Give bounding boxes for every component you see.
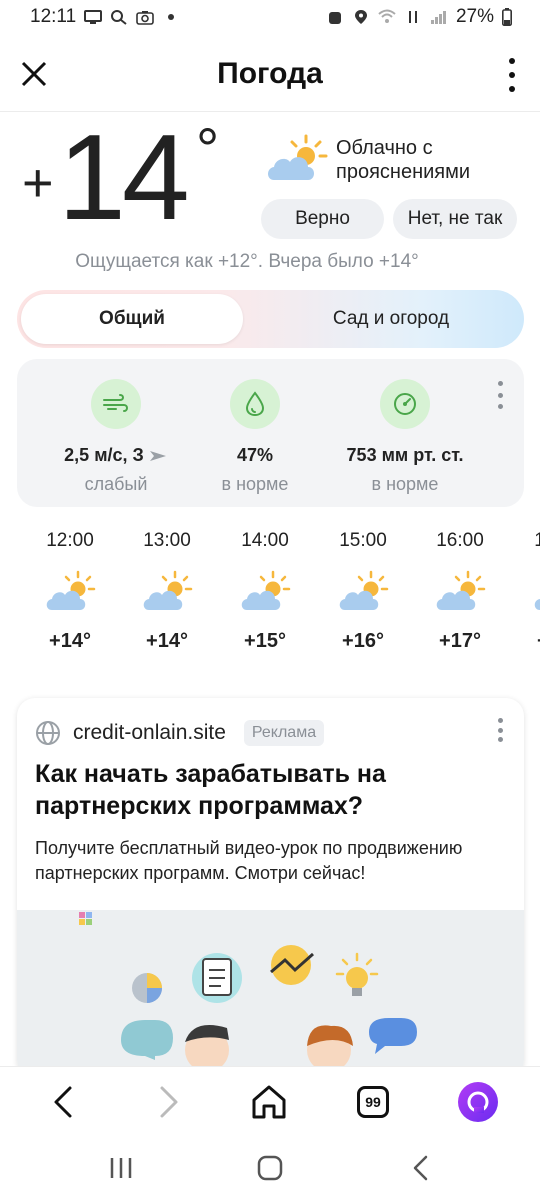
partly-cloudy-icon: [268, 134, 328, 180]
browser-bottom-nav: 99: [0, 1066, 540, 1136]
temperature-sign: +: [22, 153, 54, 213]
battery-icon: [502, 8, 512, 26]
current-temperature: + 14 °: [22, 112, 262, 248]
close-icon[interactable]: [18, 58, 50, 90]
forecast-tabs: Общий Сад и огород: [17, 290, 524, 348]
hour-time: 17:00: [534, 530, 540, 551]
hour-item: 17:00 +17°: [513, 530, 540, 653]
chevron-right-icon: [160, 1086, 178, 1118]
tabs-count: 99: [357, 1086, 389, 1118]
ad-domain[interactable]: credit-onlain.site: [73, 721, 226, 745]
data-transfer-icon: [408, 11, 417, 23]
hour-temp: +15°: [244, 630, 286, 652]
home-icon: [252, 1085, 286, 1119]
temperature-value: 14: [58, 109, 190, 245]
condition-text: Облачно с прояснениями: [336, 137, 471, 183]
camera-icon: [136, 11, 154, 25]
wind-sub: слабый: [84, 474, 148, 494]
app-header: Погода: [0, 36, 540, 112]
tabs-button[interactable]: 99: [350, 1079, 396, 1125]
feels-like-text: Ощущается как +12°. Вчера было +14°: [75, 251, 419, 272]
location-icon: [354, 10, 367, 24]
hour-time: 12:00: [46, 530, 94, 551]
recent-apps-icon[interactable]: [106, 1154, 136, 1182]
search-icon: [111, 10, 127, 25]
humidity-value: 47%: [236, 445, 274, 465]
feedback-correct-button[interactable]: Верно: [261, 199, 384, 239]
partly-cloudy-icon: [436, 570, 486, 610]
humidity-drop-icon: [230, 379, 280, 429]
weather-condition: Облачно с прояснениями: [264, 134, 524, 194]
hour-time: 14:00: [241, 530, 289, 551]
hourly-forecast[interactable]: 12:00 +14° 13:00 +14° 14:00 +15° 15:00 +…: [0, 530, 540, 680]
hour-time: 15:00: [339, 530, 387, 551]
partly-cloudy-icon: [143, 570, 193, 610]
ad-badge: Реклама: [243, 720, 325, 746]
hour-item: 12:00 +14°: [25, 530, 115, 653]
clock: 12:11: [30, 6, 77, 27]
notification-dot-icon: [168, 14, 175, 20]
more-menu-icon[interactable]: [506, 58, 518, 92]
hour-time: 16:00: [436, 530, 484, 551]
pressure-detail: 753 мм рт. ст. в норме: [320, 379, 490, 495]
pressure-sub: в норме: [371, 474, 439, 494]
wind-icon: [91, 379, 141, 429]
ad-card[interactable]: credit-onlain.site Реклама Как начать за…: [17, 698, 524, 1078]
chevron-left-icon: [54, 1086, 72, 1118]
alice-icon: [458, 1082, 498, 1122]
ad-more-icon[interactable]: [496, 718, 504, 742]
ad-image[interactable]: [17, 910, 524, 1078]
temperature-degree: °: [196, 117, 220, 182]
ad-illustration: [79, 912, 417, 1072]
weather-details-card: 2,5 м/с, З слабый 47% в норме 753 мм рт.…: [17, 359, 524, 507]
hour-temp: +17°: [439, 630, 481, 652]
humidity-detail: 47% в норме: [180, 379, 330, 495]
tab-general[interactable]: Общий: [21, 294, 243, 344]
ad-title[interactable]: Как начать зарабатывать на партнерских п…: [35, 758, 505, 822]
hour-item: 16:00 +17°: [415, 530, 505, 653]
globe-icon: [36, 721, 60, 745]
status-bar: 12:11 27%: [0, 0, 540, 34]
partly-cloudy-icon: [241, 570, 291, 610]
pressure-gauge-icon: [380, 379, 430, 429]
partly-cloudy-icon: [534, 599, 540, 610]
battery-percent: 27%: [455, 6, 494, 27]
wifi-icon: [378, 9, 396, 23]
wind-detail: 2,5 м/с, З слабый: [41, 379, 191, 495]
partly-cloudy-icon: [339, 570, 389, 610]
pressure-value: 753 мм рт. ст.: [346, 445, 464, 465]
status-bar-left: 12:11: [30, 6, 175, 28]
hour-temp: +14°: [49, 630, 91, 652]
alarm-icon: [328, 12, 341, 24]
system-back-icon[interactable]: [406, 1154, 436, 1182]
hour-temp: +17°: [513, 630, 540, 653]
forward-button[interactable]: [146, 1079, 192, 1125]
details-more-icon[interactable]: [496, 381, 504, 409]
hour-temp: +16°: [342, 630, 384, 652]
wind-direction-icon: [149, 450, 166, 461]
ad-text: Получите бесплатный видео-урок по продви…: [35, 838, 463, 883]
hour-time: 13:00: [143, 530, 191, 551]
feedback-incorrect-button[interactable]: Нет, не так: [393, 199, 517, 239]
system-nav-bar: [0, 1136, 540, 1200]
hour-item: 13:00 +14°: [122, 530, 212, 653]
wind-value: 2,5 м/с, З: [64, 445, 144, 465]
system-home-icon[interactable]: [255, 1154, 285, 1182]
status-bar-right: 27%: [326, 6, 512, 28]
screen-cast-icon: [84, 10, 103, 24]
ad-header: credit-onlain.site Реклама: [35, 720, 325, 746]
back-button[interactable]: [40, 1079, 86, 1125]
hour-item: 14:00 +15°: [220, 530, 310, 653]
alice-assistant-button[interactable]: [455, 1079, 501, 1125]
hour-temp: +14°: [146, 630, 188, 652]
home-button[interactable]: [246, 1079, 292, 1125]
signal-icon: [430, 11, 446, 24]
humidity-sub: в норме: [221, 474, 289, 494]
tab-garden[interactable]: Сад и огород: [279, 294, 503, 344]
page-title: Погода: [217, 56, 323, 90]
partly-cloudy-icon: [46, 570, 96, 610]
hour-item: 15:00 +16°: [318, 530, 408, 653]
wind-value-row: 2,5 м/с, З: [41, 445, 191, 466]
